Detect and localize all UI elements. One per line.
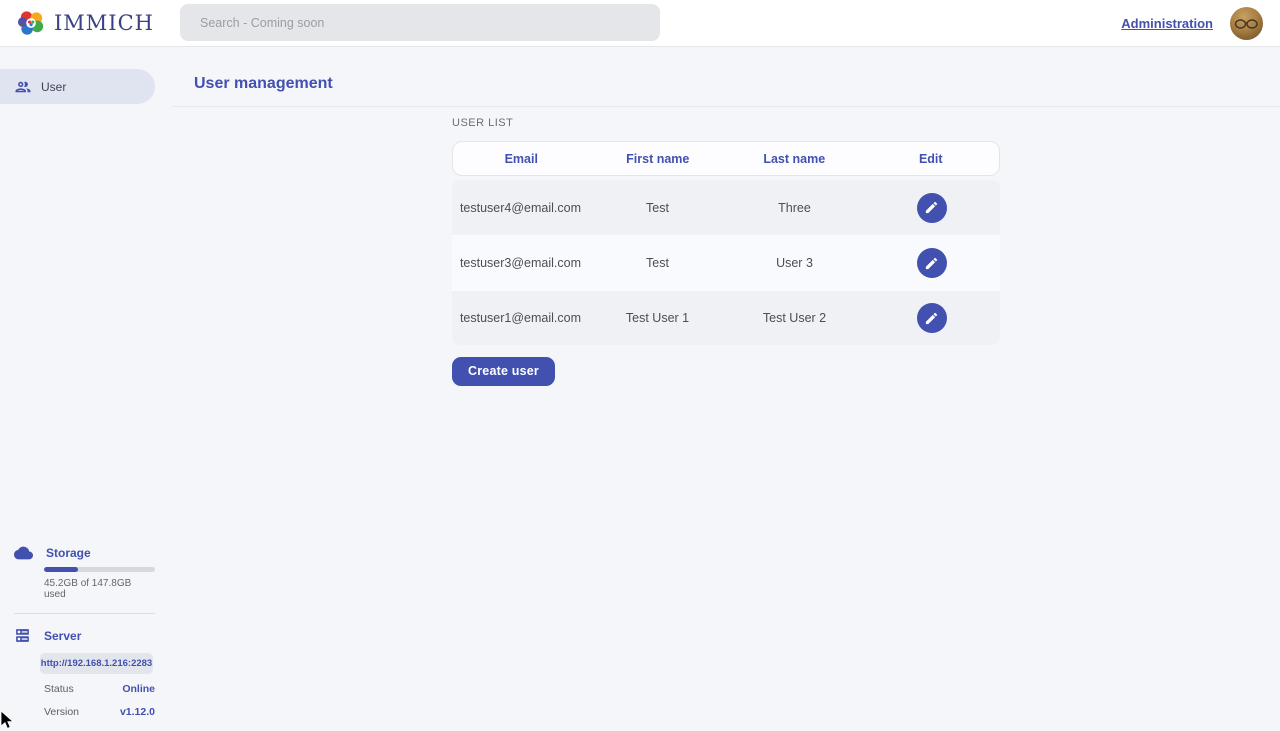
main-content: User management USER LIST Email First na… bbox=[155, 47, 1280, 730]
search-placeholder: Search - Coming soon bbox=[200, 16, 324, 30]
edit-user-button[interactable] bbox=[917, 248, 947, 278]
edit-user-button[interactable] bbox=[917, 193, 947, 223]
table-row: testuser4@email.com Test Three bbox=[452, 180, 1000, 235]
users-group-icon bbox=[14, 78, 32, 96]
table-row: testuser1@email.com Test User 1 Test Use… bbox=[452, 290, 1000, 345]
create-user-button[interactable]: Create user bbox=[452, 357, 555, 386]
status-value: Online bbox=[122, 683, 155, 695]
immich-admin-app: IMMICH Search - Coming soon Administrati… bbox=[0, 0, 1280, 730]
storage-section-header: Storage bbox=[0, 546, 155, 560]
user-last-name: User 3 bbox=[726, 256, 863, 270]
column-header-first-name: First name bbox=[590, 152, 727, 166]
sidebar-divider bbox=[14, 613, 155, 614]
glasses-photo-detail bbox=[1234, 18, 1259, 30]
column-header-edit: Edit bbox=[863, 152, 1000, 166]
user-avatar[interactable] bbox=[1230, 7, 1263, 40]
cloud-icon bbox=[14, 546, 33, 560]
storage-usage-text: 45.2GB of 147.8GB used bbox=[44, 578, 155, 600]
server-url-pill: http://192.168.1.216:2283 bbox=[40, 653, 153, 674]
server-url: http://192.168.1.216:2283 bbox=[41, 658, 152, 669]
immich-flower-icon bbox=[16, 8, 47, 39]
pencil-icon bbox=[924, 256, 939, 271]
user-email: testuser1@email.com bbox=[452, 311, 589, 325]
topbar: IMMICH Search - Coming soon Administrati… bbox=[0, 0, 1280, 47]
column-header-email: Email bbox=[453, 152, 590, 166]
pencil-icon bbox=[924, 200, 939, 215]
user-last-name: Test User 2 bbox=[726, 311, 863, 325]
app-title: IMMICH bbox=[54, 11, 154, 35]
server-title: Server bbox=[44, 629, 81, 643]
edit-user-button[interactable] bbox=[917, 303, 947, 333]
administration-link[interactable]: Administration bbox=[1121, 16, 1213, 31]
sidebar-item-user[interactable]: User bbox=[0, 69, 155, 104]
server-version-row: Version v1.12.0 bbox=[44, 703, 155, 720]
app-logo[interactable]: IMMICH bbox=[0, 8, 154, 39]
storage-title: Storage bbox=[46, 546, 91, 560]
column-header-last-name: Last name bbox=[726, 152, 863, 166]
storage-progress-fill bbox=[44, 567, 78, 572]
sidebar-status-panel: Storage 45.2GB of 147.8GB used Server ht… bbox=[0, 546, 155, 720]
page-title: User management bbox=[194, 75, 333, 93]
user-table: Email First name Last name Edit testuser… bbox=[452, 141, 1000, 345]
user-first-name: Test bbox=[589, 201, 726, 215]
version-value: v1.12.0 bbox=[120, 706, 155, 718]
topbar-right: Administration bbox=[1121, 0, 1263, 47]
user-email: testuser4@email.com bbox=[452, 201, 589, 215]
sidebar: User Storage 45.2GB of 147.8GB used bbox=[0, 47, 155, 730]
pencil-icon bbox=[924, 311, 939, 326]
server-status-row: Status Online bbox=[44, 680, 155, 697]
status-label: Status bbox=[44, 683, 74, 695]
storage-progress-bar bbox=[44, 567, 155, 572]
server-section-header: Server bbox=[0, 627, 155, 644]
page-divider bbox=[172, 106, 1280, 107]
user-first-name: Test bbox=[589, 256, 726, 270]
user-list-label: USER LIST bbox=[452, 117, 513, 129]
table-header-row: Email First name Last name Edit bbox=[452, 141, 1000, 176]
table-row: testuser3@email.com Test User 3 bbox=[452, 235, 1000, 290]
sidebar-item-label: User bbox=[41, 80, 66, 94]
user-first-name: Test User 1 bbox=[589, 311, 726, 325]
user-last-name: Three bbox=[726, 201, 863, 215]
server-icon bbox=[14, 627, 31, 644]
version-label: Version bbox=[44, 706, 79, 718]
user-email: testuser3@email.com bbox=[452, 256, 589, 270]
search-input[interactable]: Search - Coming soon bbox=[180, 4, 660, 41]
